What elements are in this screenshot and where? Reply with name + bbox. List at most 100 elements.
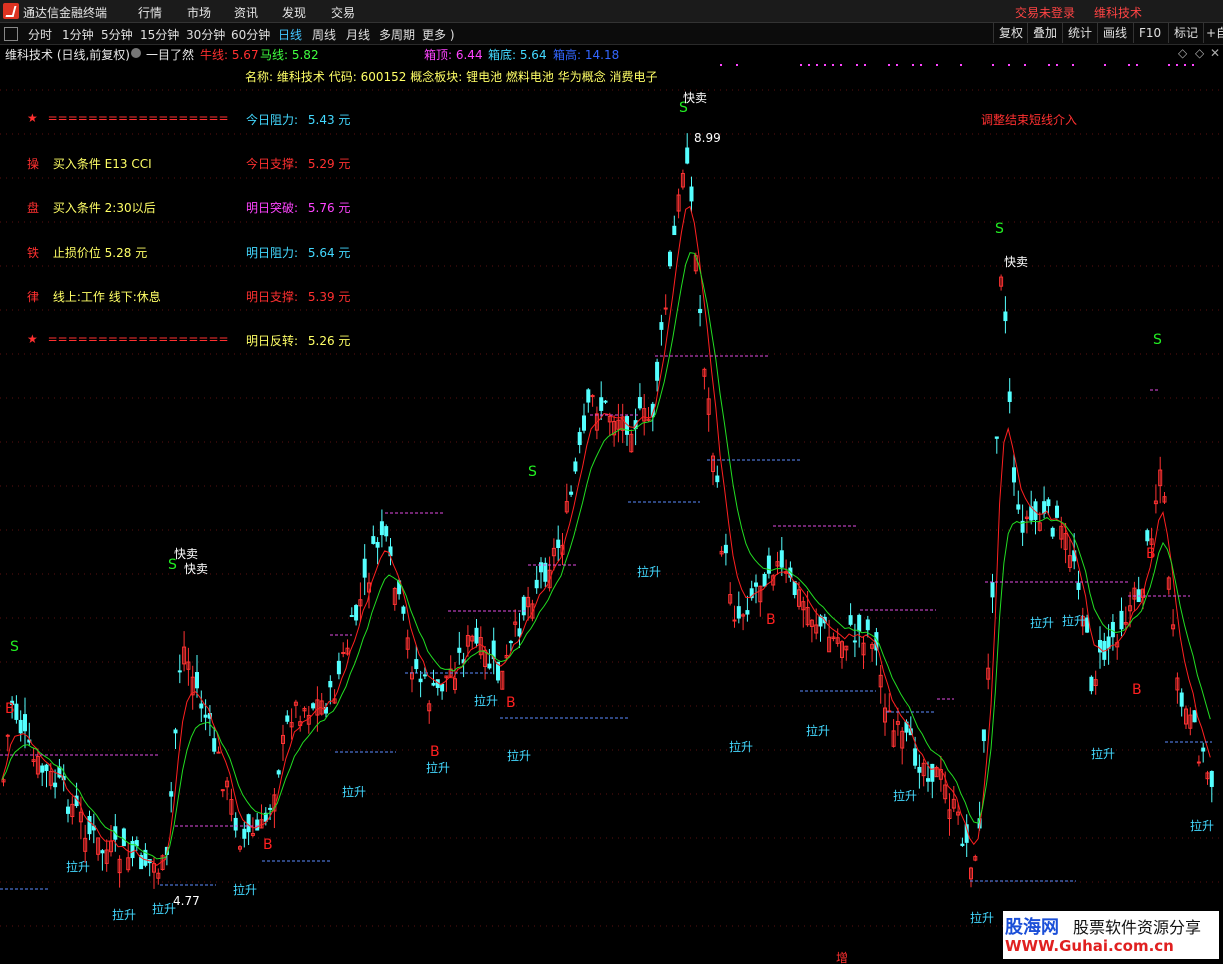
period-tab-realtime[interactable]: 分时 [28,26,52,43]
lift-signal: 拉升 [637,564,661,579]
level-value: 5.26 元 [307,334,351,348]
candle-body [414,659,419,670]
overview-label[interactable]: 一目了然 [146,46,194,63]
panel-row: 盘 买入条件 2:30以后 [27,199,156,216]
panel-mark: 操 [27,157,40,171]
period-tab-daily[interactable]: 日线 [278,26,302,43]
candle-body [852,640,857,643]
candle-body [384,526,389,537]
candle-body [1055,505,1059,518]
candle-body [745,610,750,615]
buy-signal: B [430,744,440,760]
signal-dot [936,64,938,66]
candle-body [1145,530,1150,542]
menu-trade[interactable]: 交易 [331,4,355,21]
brand-link[interactable]: 维科技术 [1094,4,1142,21]
expand-icon[interactable]: ◇ [1195,46,1204,60]
panel-mark: ★ [27,332,38,346]
candle-body [1209,770,1214,787]
candle-body [792,581,797,596]
box-high-value: 箱高: 14.18 [553,48,620,62]
candle-body [582,415,586,431]
candlestick-chart[interactable]: BBBBBBBSSSSSS快卖快卖快卖快卖拉升拉升 拉升拉升拉升拉升拉升拉升拉升拉… [0,62,1223,964]
candle-body [5,734,10,737]
sell-signal: S [995,221,1004,237]
menu-quotes[interactable]: 行情 [138,4,162,21]
code-label: 代码: [328,70,357,84]
box-bottom-value: 箱底: 5.64 [488,48,547,62]
lift-signal: 拉升 [474,693,498,708]
level-value: 5.43 元 [307,113,351,127]
login-status[interactable]: 交易未登录 [1015,4,1075,21]
menu-news[interactable]: 资讯 [234,4,258,21]
panel-text: ================== [47,332,229,346]
concept-label: 概念板块: [410,70,463,84]
level-value: 5.64 元 [307,246,351,260]
candle-body [121,828,126,847]
level-row: 明日支撑: 5.39 元 [246,288,350,305]
overlay-button[interactable]: 叠加 [1027,23,1062,43]
mark-button[interactable]: 标记 [1168,23,1203,43]
custom-button[interactable]: +自 [1203,23,1223,43]
quick-sell-signal: 快卖 [1004,255,1028,269]
candle-body [100,850,105,854]
signal-dot [1176,64,1178,66]
candle-body [242,828,247,839]
period-tab-weekly[interactable]: 周线 [312,26,336,43]
candle-body [1106,636,1111,649]
signal-dot [824,64,826,66]
collapse-icon[interactable]: ◇ [1178,46,1187,60]
candle-body [212,738,217,752]
menu-discover[interactable]: 发现 [282,4,306,21]
level-value: 5.76 元 [307,201,351,215]
signal-dot [1008,64,1010,66]
candle-body [1201,747,1206,752]
level-row: 明日突破: 5.76 元 [246,199,350,216]
period-tab-monthly[interactable]: 月线 [346,26,370,43]
candle-body [913,748,918,766]
period-tab-15min[interactable]: 15分钟 [140,26,179,43]
level-label: 明日支撑: [246,290,299,304]
period-tab-more[interactable]: 更多 ) [422,26,455,43]
menu-market[interactable]: 市场 [187,4,211,21]
panel-text: 买入条件 E13 CCI [52,157,152,171]
close-icon[interactable]: ✕ [1210,46,1220,60]
candle-body [349,615,354,618]
f10-button[interactable]: F10 [1133,23,1166,43]
adjust-button[interactable]: 复权 [993,23,1028,43]
lift-signal: 拉升 [66,859,90,874]
period-tab-5min[interactable]: 5分钟 [101,26,133,43]
panel-toggle-icon[interactable] [4,27,18,41]
candle-body [336,660,341,675]
period-tab-30min[interactable]: 30分钟 [186,26,225,43]
period-tab-1min[interactable]: 1分钟 [62,26,94,43]
signal-dot [816,64,818,66]
sell-signal: S [1153,332,1162,348]
candle-body [375,542,380,548]
signal-dot [1024,64,1026,66]
candle-body [328,680,333,688]
lift-signal: 拉升 [893,788,917,803]
panel-text: ================== [47,111,229,125]
period-tab-60min[interactable]: 60分钟 [231,26,270,43]
signal-dot [856,64,858,66]
candle-body [663,307,668,310]
dropdown-icon[interactable] [131,48,141,58]
candle-body [543,562,548,582]
buy-signal: B [1132,682,1142,698]
panel-mark: ★ [27,111,38,125]
candle-body [1179,692,1184,707]
stats-button[interactable]: 统计 [1062,23,1097,43]
candle-body [379,521,384,536]
candle-body [18,719,23,734]
candle-body [990,582,995,598]
period-tab-multi[interactable]: 多周期 [379,26,415,43]
lift-signal: 拉升 [342,784,366,799]
chart-title: 维科技术 (日线,前复权) [5,48,130,62]
buy-signal: B [5,701,15,717]
signal-dot [736,64,738,66]
draw-button[interactable]: 画线 [1097,23,1132,43]
panel-row: 操 买入条件 E13 CCI [27,155,152,172]
candle-body [762,573,767,587]
level-label: 今日支撑: [246,157,299,171]
